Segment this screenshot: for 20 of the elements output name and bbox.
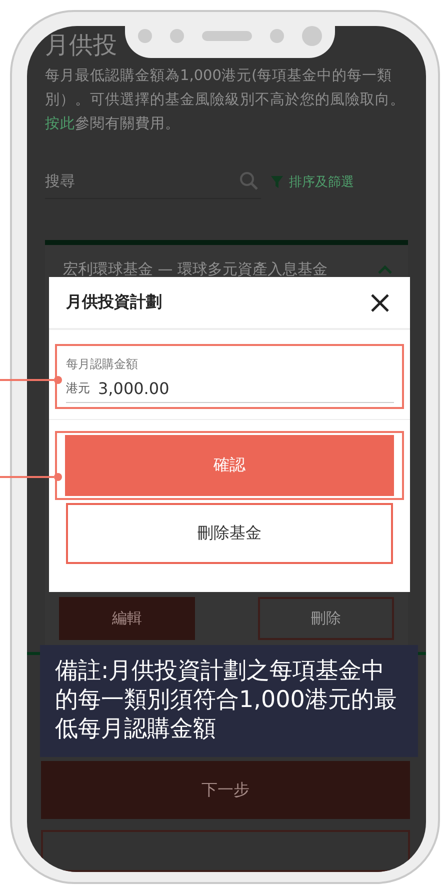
delete-fund-button[interactable]: 刪除基金 xyxy=(66,503,393,564)
currency-prefix: 港元 xyxy=(66,380,90,397)
delete-button[interactable]: 刪除 xyxy=(258,597,394,640)
field-label: 每月認購金額 xyxy=(66,356,139,373)
modal-title: 月供投資計劃 xyxy=(66,292,162,313)
fund-name: 宏利環球基金 — 環球多元資產入息基金 xyxy=(63,260,328,278)
amount-field[interactable]: 每月認購金額 港元 3,000.00 xyxy=(57,346,402,407)
note-text: 備註:月供投資計劃之每項基金中的每一類別須符合1,000港元的最低每月認購金額 xyxy=(40,645,418,757)
intro-text: 每月最低認購金額為1,000港元(每項基金中的每一類別）。可供選擇的基金風險級別不高於您的風險取向。 按此參閱有關費用。 xyxy=(45,67,406,134)
amount-input[interactable]: 3,000.00 xyxy=(98,379,394,398)
fees-link[interactable]: 按此 xyxy=(45,116,75,132)
confirm-button[interactable]: 確認 xyxy=(65,435,394,496)
close-icon[interactable] xyxy=(370,292,390,312)
search-field[interactable]: 搜尋 xyxy=(45,172,239,190)
filter-icon xyxy=(271,176,283,188)
next-button[interactable]: 下一步 xyxy=(41,761,410,820)
page-title: 月供投 xyxy=(45,30,117,61)
outline-button[interactable] xyxy=(41,830,410,872)
sort-filter-button[interactable]: 排序及篩選 xyxy=(261,172,354,190)
edit-button[interactable]: 編輯 xyxy=(59,597,195,640)
